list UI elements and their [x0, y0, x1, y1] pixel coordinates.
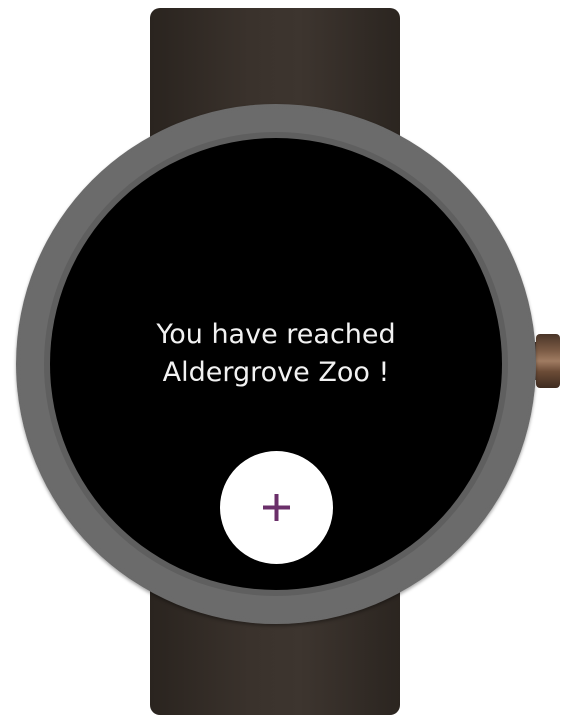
- message-line-2: Aldergrove Zoo !: [162, 357, 390, 388]
- watch-bezel: You have reached Aldergrove Zoo !: [16, 104, 536, 624]
- add-button[interactable]: [220, 451, 333, 564]
- watch-screen: You have reached Aldergrove Zoo !: [50, 138, 502, 590]
- message-line-1: You have reached: [156, 319, 396, 350]
- watch-mockup: You have reached Aldergrove Zoo !: [0, 0, 563, 718]
- watch-crown[interactable]: [536, 334, 560, 388]
- bezel-inner-ring: You have reached Aldergrove Zoo !: [44, 132, 508, 596]
- plus-icon: [263, 494, 290, 521]
- arrival-message: You have reached Aldergrove Zoo !: [50, 316, 502, 392]
